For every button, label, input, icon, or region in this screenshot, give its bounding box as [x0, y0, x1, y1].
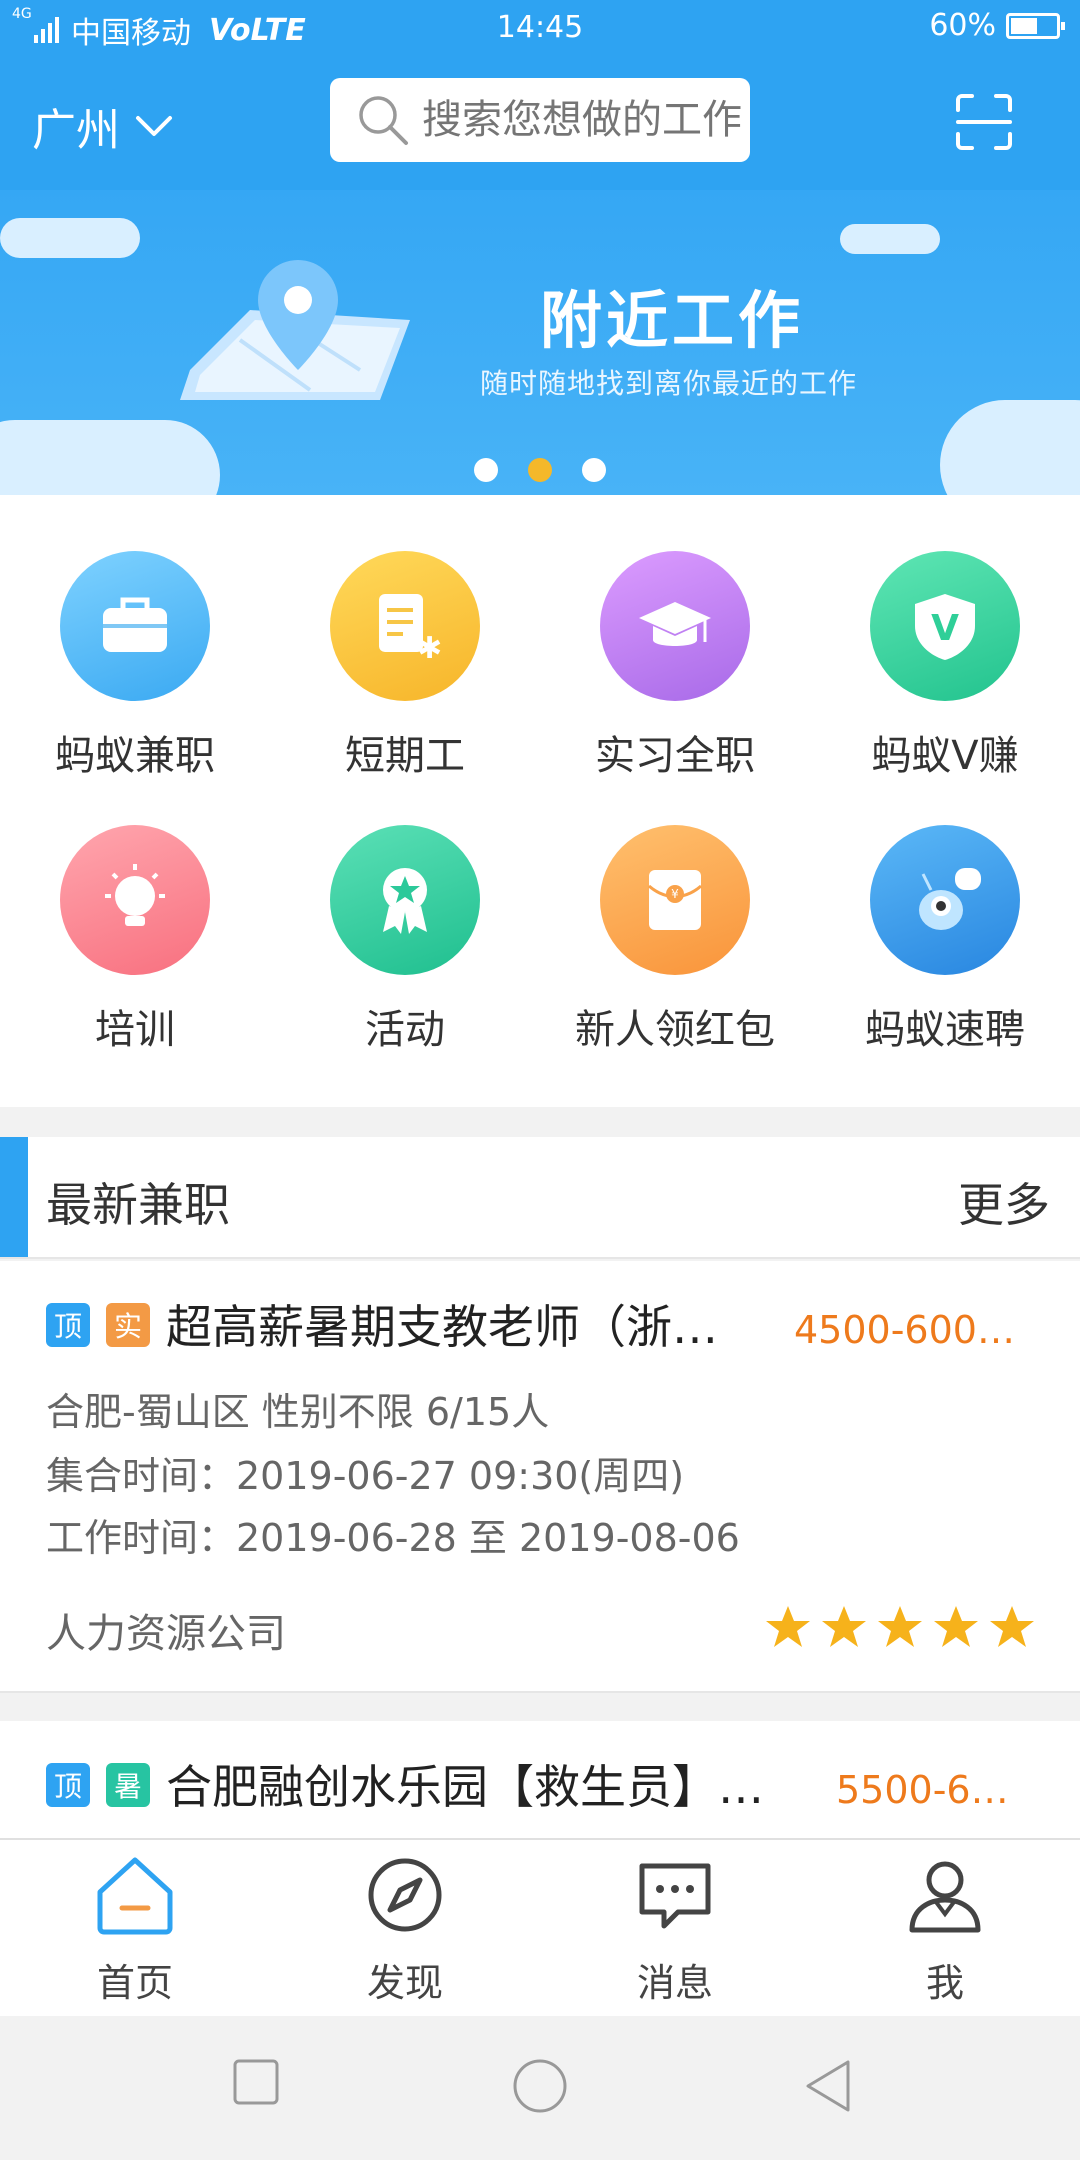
banner-title: 附近工作 [540, 284, 805, 357]
job-company: 人力资源公司 [46, 1611, 286, 1657]
more-link[interactable]: 更多 [958, 1169, 1050, 1235]
category-label: 蚂蚁兼职 [55, 733, 215, 779]
job-work-time: 工作时间：2019-06-28 至 2019-08-06 [46, 1516, 740, 1560]
top-header: 广州 [0, 54, 1080, 190]
svg-text:¥: ¥ [671, 887, 679, 901]
battery-icon [1006, 12, 1065, 39]
svg-text:✱: ✱ [417, 631, 442, 666]
job-salary: 4500-6000元/月 [794, 1308, 1020, 1352]
tab-label: 我 [925, 1961, 964, 2005]
city-label: 广州 [32, 105, 120, 156]
map-pin-icon [180, 260, 410, 400]
carousel-dot-active[interactable] [528, 458, 552, 482]
svg-text:V: V [931, 608, 959, 649]
job-rating [764, 1603, 1036, 1651]
category-grid: 蚂蚁兼职 ✱ 短期工 实习全职 V 蚂蚁V赚 培训 活动 ¥ 新人领红包 蚂蚁速… [0, 495, 1080, 1107]
category-ant-vearn[interactable]: V 蚂蚁V赚 [810, 551, 1080, 781]
category-label: 短期工 [345, 733, 465, 779]
lightbulb-icon [60, 825, 210, 975]
home-icon [97, 1857, 173, 1935]
search-icon [359, 96, 408, 145]
job-salary: 5500-6000元/月 [836, 1768, 1020, 1812]
tab-discover[interactable]: 发现 [270, 1852, 540, 2007]
star-icon [766, 1606, 810, 1647]
briefcase-icon [60, 551, 210, 701]
v-shield-icon: V [870, 551, 1020, 701]
star-icon [990, 1606, 1034, 1647]
category-label: 培训 [95, 1007, 175, 1053]
top-tag: 顶 [46, 1763, 90, 1807]
job-card[interactable]: 顶 实 超高薪暑期支教老师（浙江） 4500-6000元/月 合肥-蜀山区 性别… [0, 1261, 1080, 1693]
job-title: 超高薪暑期支教老师（浙江） [166, 1300, 726, 1354]
tab-label: 首页 [96, 1961, 173, 2005]
carousel-dot[interactable] [582, 458, 606, 482]
star-icon [934, 1606, 978, 1647]
profile-icon [909, 1861, 981, 1933]
promo-banner[interactable]: 附近工作 随时随地找到离你最近的工作 [0, 190, 1080, 495]
category-ant-quickhire[interactable]: 蚂蚁速聘 [810, 825, 1080, 1055]
award-icon [330, 825, 480, 975]
status-right: 60% [929, 8, 1065, 43]
tab-me[interactable]: 我 [810, 1852, 1080, 2007]
red-packet-icon: ¥ [600, 825, 750, 975]
job-title: 合肥融创水乐园【救生员】暑期工 [166, 1760, 776, 1814]
carousel-dot[interactable] [474, 458, 498, 482]
home-button-icon[interactable] [512, 2058, 568, 2114]
job-card[interactable]: 顶 暑 合肥融创水乐园【救生员】暑期工 5500-6000元/月 [0, 1721, 1080, 1841]
latest-jobs-header: 最新兼职 更多 [0, 1137, 1080, 1259]
category-internship[interactable]: 实习全职 [540, 551, 810, 781]
cloud-decoration [840, 224, 940, 254]
clock: 14:45 [496, 10, 584, 45]
category-training[interactable]: 培训 [0, 825, 270, 1055]
compass-icon [368, 1858, 442, 1932]
ant-mascot-icon [870, 825, 1020, 975]
back-icon[interactable] [804, 2058, 852, 2114]
job-gather-time: 集合时间：2019-06-27 09:30(周四) [46, 1454, 685, 1498]
carousel-dots [0, 458, 1080, 482]
section-accent-bar [0, 1137, 28, 1257]
banner-subtitle: 随时随地找到离你最近的工作 [480, 367, 858, 400]
status-bar: 4G 中国移动 VoLTE 14:45 60% [0, 0, 1080, 54]
category-tag: 暑 [106, 1763, 150, 1807]
section-title: 最新兼职 [46, 1178, 230, 1232]
battery-percent: 60% [929, 8, 996, 43]
category-label: 实习全职 [595, 733, 755, 779]
system-nav-bar [0, 2016, 1080, 2160]
job-location: 合肥-蜀山区 性别不限 6/15人 [46, 1390, 550, 1434]
chevron-down-icon [136, 116, 172, 136]
category-label: 活动 [365, 1007, 445, 1053]
star-icon [878, 1606, 922, 1647]
search-input[interactable] [422, 97, 742, 143]
category-activity[interactable]: 活动 [270, 825, 540, 1055]
star-icon [822, 1606, 866, 1647]
search-bar[interactable] [330, 78, 750, 162]
graduation-cap-icon [600, 551, 750, 701]
category-shortterm[interactable]: ✱ 短期工 [270, 551, 540, 781]
category-ant-parttime[interactable]: 蚂蚁兼职 [0, 551, 270, 781]
category-red-packet[interactable]: ¥ 新人领红包 [540, 825, 810, 1055]
city-selector[interactable]: 广州 [32, 94, 174, 158]
scan-icon[interactable] [954, 92, 1014, 152]
top-tag: 顶 [46, 1303, 90, 1347]
document-icon: ✱ [330, 551, 480, 701]
bottom-tab-bar: 首页 发现 消息 我 [0, 1838, 1080, 2016]
tab-label: 发现 [366, 1961, 443, 2005]
category-label: 新人领红包 [575, 1007, 775, 1053]
message-icon [639, 1863, 711, 1929]
recent-apps-icon[interactable] [232, 2058, 280, 2106]
category-tag: 实 [106, 1303, 150, 1347]
tab-messages[interactable]: 消息 [540, 1852, 810, 2007]
cloud-decoration [0, 218, 140, 258]
tab-home[interactable]: 首页 [0, 1852, 270, 2007]
category-label: 蚂蚁速聘 [865, 1007, 1025, 1053]
tab-label: 消息 [636, 1961, 713, 2005]
category-label: 蚂蚁V赚 [871, 733, 1019, 779]
